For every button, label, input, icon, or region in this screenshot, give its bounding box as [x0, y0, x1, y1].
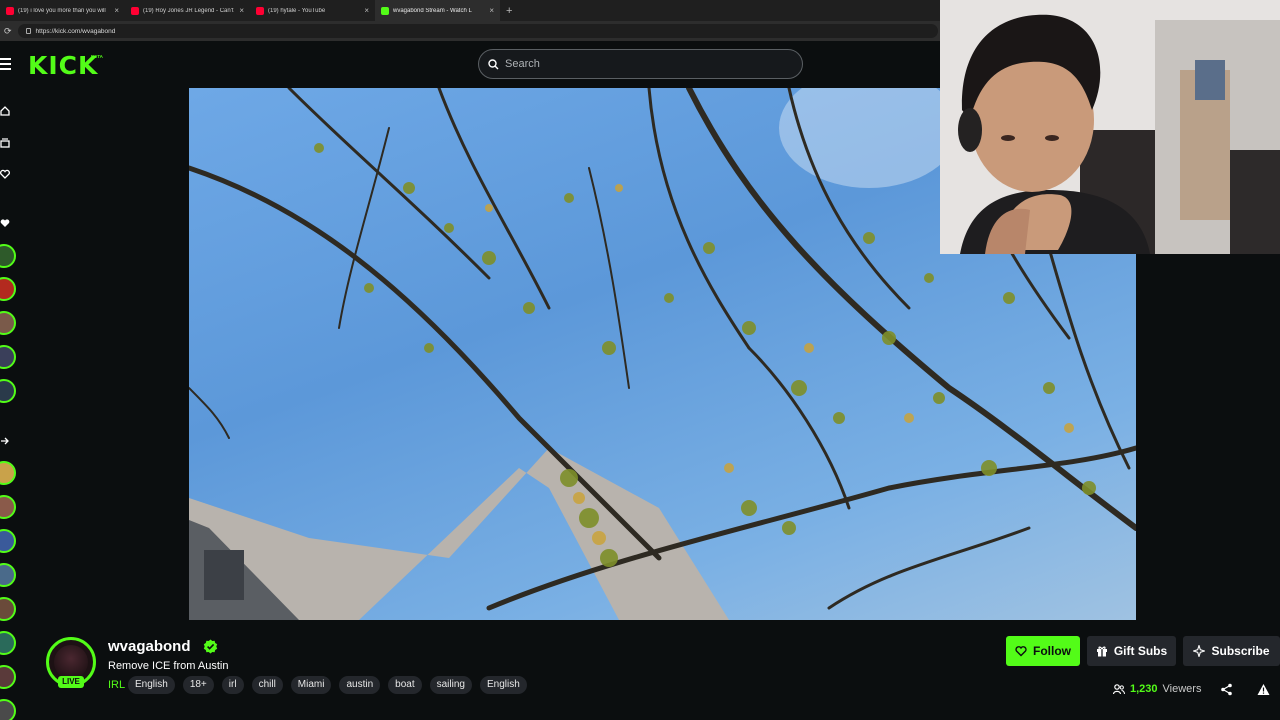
kick-favicon-icon	[381, 6, 389, 15]
browse-icon[interactable]	[0, 138, 12, 150]
tab-title: (19) Roy Jones JR Legend - Can't	[143, 7, 234, 14]
live-badge: LIVE	[58, 676, 84, 688]
new-tab-button[interactable]: +	[506, 5, 512, 17]
gift-icon	[1096, 646, 1107, 657]
recommended-channel-avatar[interactable]	[0, 597, 16, 621]
sidebar	[0, 88, 24, 720]
url-field[interactable]: https://kick.com/wvagabond	[17, 24, 938, 38]
viewer-label: Viewers	[1162, 683, 1202, 695]
tag-list: English 18+ irl chill Miami austin boat …	[128, 676, 527, 694]
youtube-favicon-icon	[131, 6, 139, 15]
tag[interactable]: English	[128, 676, 175, 694]
close-tab-icon[interactable]: ×	[239, 6, 244, 15]
close-tab-icon[interactable]: ×	[114, 6, 119, 15]
address-bar: ⟳ https://kick.com/wvagabond	[0, 21, 940, 41]
kick-logo[interactable]: KICK	[28, 51, 98, 80]
following-icon[interactable]	[0, 169, 12, 181]
tag[interactable]: boat	[388, 676, 422, 694]
recommended-channel-avatar[interactable]	[0, 631, 16, 655]
site-info-icon[interactable]	[25, 28, 31, 34]
subscribe-button[interactable]: Subscribe	[1183, 636, 1280, 666]
followed-channel-avatar[interactable]	[0, 277, 16, 301]
category-link[interactable]: IRL	[108, 679, 125, 691]
followed-channel-avatar[interactable]	[0, 379, 16, 403]
webcam-overlay	[940, 0, 1280, 254]
menu-icon[interactable]	[0, 58, 12, 70]
avatar-image	[54, 645, 88, 679]
stream-title: Remove ICE from Austin	[108, 660, 229, 672]
tab-title: (19) i love you more than you will	[18, 7, 106, 14]
followed-channel-avatar[interactable]	[0, 244, 16, 268]
browser-tab[interactable]: (19) Roy Jones JR Legend - Can't ×	[125, 0, 250, 21]
search-icon	[488, 58, 499, 69]
tag[interactable]: Miami	[290, 676, 332, 694]
gift-subs-button[interactable]: Gift Subs	[1087, 636, 1176, 666]
browser-tab[interactable]: (19) hytale - YouTube ×	[250, 0, 375, 21]
recommended-channel-avatar[interactable]	[0, 563, 16, 587]
home-icon[interactable]	[0, 106, 12, 118]
browser-tab[interactable]: (19) i love you more than you will ×	[0, 0, 125, 21]
follow-label: Follow	[1033, 644, 1071, 658]
collapse-icon[interactable]	[0, 436, 12, 448]
search-bar[interactable]	[478, 49, 803, 79]
site-header: KICK BETA	[0, 41, 940, 88]
close-tab-icon[interactable]: ×	[489, 6, 494, 15]
sparkle-icon	[1193, 645, 1206, 657]
subscribe-label: Subscribe	[1211, 644, 1270, 658]
youtube-favicon-icon	[6, 6, 14, 15]
followed-channel-avatar[interactable]	[0, 345, 16, 369]
followed-channel-avatar[interactable]	[0, 311, 16, 335]
heart-icon	[0, 218, 12, 230]
tab-title: wvagabond Stream - Watch L	[393, 7, 472, 14]
youtube-favicon-icon	[256, 6, 264, 15]
reload-icon[interactable]: ⟳	[4, 26, 12, 37]
channel-name[interactable]: wvagabond	[108, 638, 191, 655]
beta-badge: BETA	[91, 54, 103, 59]
search-input[interactable]	[505, 58, 785, 70]
follow-button[interactable]: Follow	[1006, 636, 1080, 666]
url-text: https://kick.com/wvagabond	[35, 27, 116, 35]
recommended-channel-avatar[interactable]	[0, 495, 16, 519]
report-icon[interactable]	[1257, 683, 1270, 696]
viewer-count: 1,230	[1130, 683, 1158, 695]
recommended-channel-avatar[interactable]	[0, 699, 16, 720]
tag[interactable]: 18+	[182, 676, 214, 694]
gift-subs-label: Gift Subs	[1113, 644, 1168, 658]
share-icon[interactable]	[1220, 683, 1233, 696]
recommended-channel-avatar[interactable]	[0, 529, 16, 553]
webcam-frame	[940, 0, 1280, 254]
tag[interactable]: irl	[221, 676, 244, 694]
tab-title: (19) hytale - YouTube	[268, 7, 326, 14]
tag[interactable]: English	[479, 676, 527, 694]
tag[interactable]: chill	[251, 676, 283, 694]
heart-outline-icon	[1015, 646, 1027, 657]
viewer-stats: 1,230 Viewers	[1113, 683, 1201, 695]
recommended-channel-avatar[interactable]	[0, 461, 16, 485]
browser-tab-bar: (19) i love you more than you will × (19…	[0, 0, 940, 21]
recommended-channel-avatar[interactable]	[0, 665, 16, 689]
viewers-icon	[1113, 683, 1125, 694]
verified-icon	[203, 639, 218, 654]
tag[interactable]: austin	[339, 676, 381, 694]
browser-tab-active[interactable]: wvagabond Stream - Watch L ×	[375, 0, 500, 21]
tag[interactable]: sailing	[429, 676, 472, 694]
close-tab-icon[interactable]: ×	[364, 6, 369, 15]
